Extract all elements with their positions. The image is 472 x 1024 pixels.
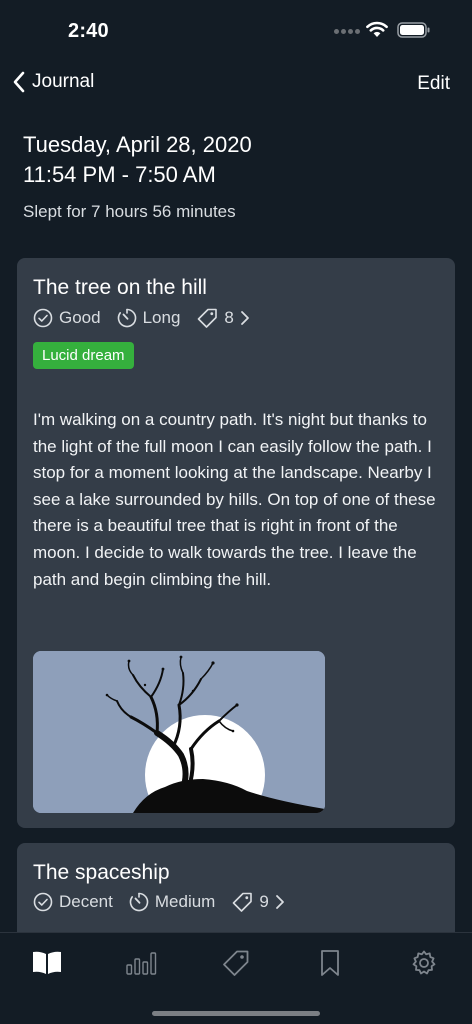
- night-date: Tuesday, April 28, 2020: [23, 132, 252, 157]
- sleep-time-range: 11:54 PM - 7:50 AM: [23, 162, 216, 187]
- edit-button[interactable]: Edit: [417, 73, 450, 95]
- tag-icon: [198, 308, 218, 328]
- gear-icon: [412, 950, 436, 975]
- tab-bar: [0, 932, 472, 1024]
- quality-meta: Good: [33, 308, 101, 328]
- signal-icon: [334, 29, 360, 34]
- dream-title: The spaceship: [33, 861, 170, 884]
- length-label: Long: [142, 308, 181, 327]
- home-indicator[interactable]: [152, 1011, 320, 1016]
- length-label: Medium: [154, 892, 216, 911]
- timer-icon: [129, 892, 149, 912]
- status-time: 2:40: [68, 20, 109, 42]
- tag-icon: [223, 950, 249, 976]
- tag-count: 9: [259, 892, 269, 911]
- tab-journal[interactable]: [31, 947, 63, 979]
- tags-link[interactable]: 8: [196, 308, 249, 328]
- tags-link[interactable]: 9: [231, 892, 284, 912]
- length-meta: Long: [117, 308, 181, 328]
- quality-label: Decent: [59, 892, 113, 911]
- bar-chart-icon: [126, 952, 157, 975]
- chevron-right-icon: [240, 311, 249, 325]
- tab-statistics[interactable]: [125, 947, 157, 979]
- bookmark-icon: [321, 950, 339, 976]
- night-header: Tuesday, April 28, 2020 11:54 PM - 7:50 …: [23, 130, 252, 222]
- status-bar: 2:40: [0, 0, 472, 60]
- quality-label: Good: [59, 308, 101, 327]
- dream-description: I'm walking on a country path. It's nigh…: [33, 410, 436, 589]
- back-button[interactable]: Journal: [12, 70, 94, 94]
- check-circle-icon: [33, 892, 53, 912]
- dream-meta-row: Decent Medium 9: [33, 892, 301, 912]
- nav-bar: Journal Edit: [0, 62, 472, 106]
- lucid-dream-tag[interactable]: Lucid dream: [33, 342, 134, 369]
- chevron-left-icon: [13, 71, 25, 93]
- battery-icon: [397, 22, 430, 38]
- dream-card[interactable]: The tree on the hill Good Long 8 Lucid d…: [17, 258, 455, 828]
- tab-tags[interactable]: [220, 947, 252, 979]
- wifi-icon: [366, 21, 388, 37]
- length-meta: Medium: [129, 892, 215, 912]
- dream-image[interactable]: [33, 651, 325, 813]
- tag-icon: [233, 892, 253, 912]
- tab-bookmarks[interactable]: [314, 947, 346, 979]
- tree-moon-illustration: [33, 651, 325, 813]
- dream-title: The tree on the hill: [33, 276, 207, 299]
- dream-meta-row: Good Long 8: [33, 308, 266, 328]
- tag-count: 8: [224, 308, 234, 327]
- tab-settings[interactable]: [408, 947, 440, 979]
- chevron-right-icon: [275, 895, 284, 909]
- check-circle-icon: [33, 308, 53, 328]
- quality-meta: Decent: [33, 892, 113, 912]
- back-label: Journal: [32, 71, 95, 92]
- book-icon: [33, 951, 61, 974]
- sleep-duration: Slept for 7 hours 56 minutes: [23, 202, 236, 221]
- timer-icon: [117, 308, 136, 328]
